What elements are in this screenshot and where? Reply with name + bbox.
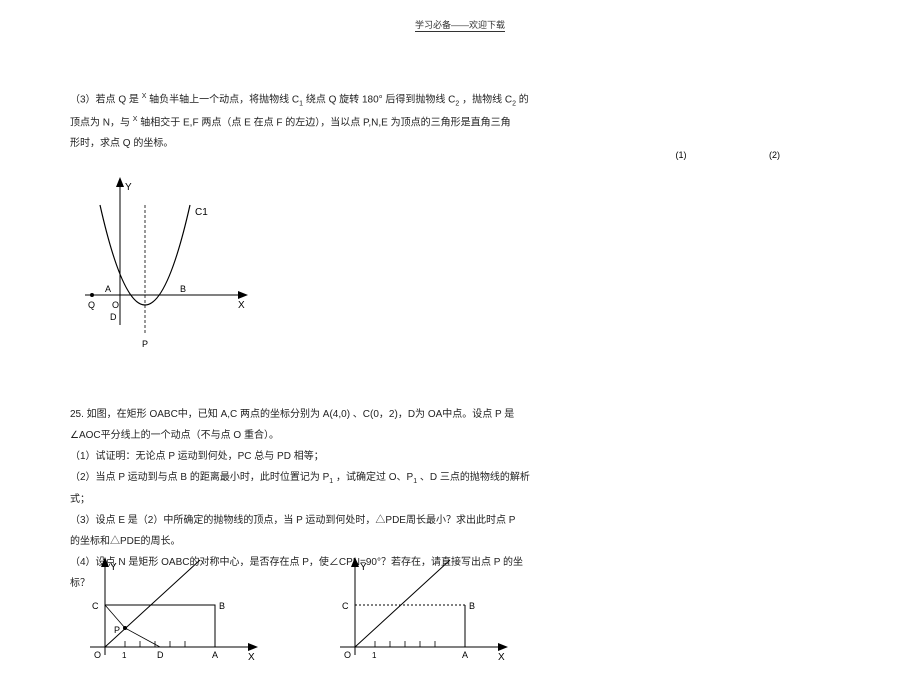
d3-1: 1 <box>372 651 377 660</box>
p25-part2: （2）当点 P 运动到与点 B 的距离最小时，此时位置记为 P1 ，试确定过 O… <box>70 468 690 488</box>
t5: 的 <box>519 94 529 105</box>
d2-y: Y <box>110 562 117 573</box>
d2-a: A <box>212 650 218 660</box>
page-header: 学习必备——欢迎下载 <box>0 18 920 32</box>
t1: （3）若点 Q 是 <box>70 94 139 105</box>
y-axis-label: Y <box>125 182 132 193</box>
parabola-svg: Y X C1 Q A O B D P <box>80 175 260 375</box>
p25-intro2: ∠AOC平分线上的一个动点（不与点 O 重合）。 <box>70 426 690 445</box>
side-label-2: (2) <box>769 150 780 160</box>
rect-svg-2: Y X C B O A 1 <box>330 555 520 665</box>
o-label: O <box>112 300 119 310</box>
header-text: 学习必备——欢迎下载 <box>415 18 505 32</box>
b-label: B <box>180 284 186 294</box>
diagram-rect-plain: Y X C B O A 1 <box>330 555 520 665</box>
var-x1: X <box>142 93 147 100</box>
p25-part3a: （3）设点 E 是（2）中所确定的抛物线的顶点，当 P 运动到何处时，△PDE周… <box>70 511 690 530</box>
t4: ，抛物线 C <box>462 94 512 105</box>
d2-o: O <box>94 650 101 660</box>
d2-x: X <box>248 652 255 663</box>
q-label: Q <box>88 300 95 310</box>
d2-d: D <box>157 650 164 660</box>
p25-intro1: 25. 如图，在矩形 OABC中，已知 A,C 两点的坐标分别为 A(4,0) … <box>70 405 690 424</box>
t6: 顶点为 N，与 <box>70 117 133 128</box>
d2-c: C <box>92 601 99 611</box>
d-label: D <box>110 312 117 322</box>
p24-line1: （3）若点 Q 是 X 轴负半轴上一个动点，将抛物线 C1 绕点 Q 旋转 18… <box>70 90 690 111</box>
rect-svg-1: Y X C B P O D A 1 <box>80 555 270 665</box>
p24-line3: 形时，求点 Q 的坐标。 <box>70 134 690 153</box>
p25-part1: （1）试证明：无论点 P 运动到何处，PC 总与 PD 相等； <box>70 447 690 466</box>
p2-t2: ，试确定过 O、P <box>336 472 413 483</box>
diagram-row: Y X C B P O D A 1 Y X C B <box>80 555 580 675</box>
s1: 1 <box>299 100 303 107</box>
side-label-1: (1) <box>675 150 686 160</box>
s2: 2 <box>455 100 459 107</box>
s3: 2 <box>512 100 516 107</box>
x-axis-label: X <box>238 300 245 311</box>
a-label: A <box>105 284 111 294</box>
diagram-parabola: Y X C1 Q A O B D P <box>80 175 260 375</box>
p2-s1: 1 <box>329 478 333 485</box>
d2-b: B <box>219 601 225 611</box>
t3: 绕点 Q 旋转 180° 后得到抛物线 C <box>306 94 456 105</box>
p2-t3: 、D 三点的抛物线的解析 <box>420 472 530 483</box>
t8: 形时，求点 Q 的坐标。 <box>70 138 173 149</box>
d3-c: C <box>342 601 349 611</box>
side-labels: (1) (2) <box>675 150 860 160</box>
p-label: P <box>142 339 148 349</box>
p24-line2: 顶点为 N，与 X 轴相交于 E,F 两点（点 E 在点 F 的左边），当以点 … <box>70 113 690 132</box>
p25-part2b: 式； <box>70 490 690 509</box>
d3-a: A <box>462 650 468 660</box>
c1-label: C1 <box>195 207 208 218</box>
var-x2: X <box>133 116 138 123</box>
problem-24-part3: （3）若点 Q 是 X 轴负半轴上一个动点，将抛物线 C1 绕点 Q 旋转 18… <box>70 90 690 155</box>
d3-x: X <box>498 652 505 663</box>
p2-s2: 1 <box>413 478 417 485</box>
t2: 轴负半轴上一个动点，将抛物线 C <box>149 94 299 105</box>
p2-t1: （2）当点 P 运动到与点 B 的距离最小时，此时位置记为 P <box>70 472 329 483</box>
p25-part3b: 的坐标和△PDE的周长。 <box>70 532 690 551</box>
d2-1: 1 <box>122 651 127 660</box>
diagram-rect-with-p: Y X C B P O D A 1 <box>80 555 270 665</box>
d3-y: Y <box>360 562 367 573</box>
d3-o: O <box>344 650 351 660</box>
d3-b: B <box>469 601 475 611</box>
d2-p: P <box>114 625 120 635</box>
t7: 轴相交于 E,F 两点（点 E 在点 F 的左边），当以点 P,N,E 为顶点的… <box>140 117 510 128</box>
